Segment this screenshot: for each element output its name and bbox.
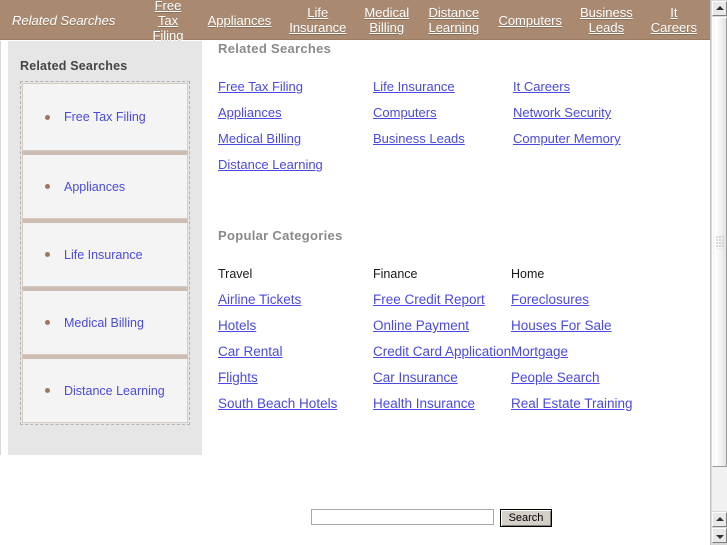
search-input[interactable] [311,509,494,525]
related-link-it-careers[interactable]: It Careers [513,79,570,94]
bullet-icon [45,388,50,393]
category-link-online-payment[interactable]: Online Payment [373,318,469,333]
topnav-link-life-insurance[interactable]: Life Insurance [280,5,355,35]
topnav-link-business-leads[interactable]: Business Leads [571,5,642,35]
bullet-icon [45,184,50,189]
related-link-medical-billing[interactable]: Medical Billing [218,131,301,146]
scrollbar-down-button[interactable] [712,528,727,543]
sidebar-item-free-tax-filing[interactable]: Free Tax Filing [22,83,188,151]
sidebar-item-label: Distance Learning [64,383,165,398]
related-link-network-security[interactable]: Network Security [513,105,611,120]
sidebar-list: Free Tax Filing Appliances Life Insuranc… [20,81,190,425]
topnav-link-computers[interactable]: Computers [489,13,571,28]
related-link-distance-learning[interactable]: Distance Learning [218,157,323,172]
related-link-computers[interactable]: Computers [373,105,437,120]
related-link-life-insurance[interactable]: Life Insurance [373,79,455,94]
sidebar-item-appliances[interactable]: Appliances [22,151,188,219]
triangle-up-icon [715,516,724,521]
category-column-home: Home [511,267,545,281]
popular-categories-heading: Popular Categories [218,228,343,243]
scrollbar-thumb[interactable] [712,17,727,467]
category-link-car-rental[interactable]: Car Rental [218,344,283,359]
sidebar: Related Searches Free Tax Filing Applian… [8,41,202,455]
sidebar-item-life-insurance[interactable]: Life Insurance [22,219,188,287]
bullet-icon [45,252,50,257]
category-link-mortgage[interactable]: Mortgage [511,344,568,359]
bullet-icon [45,320,50,325]
related-searches-heading: Related Searches [218,41,332,56]
main-content: Related Searches Free Tax Filing Life In… [218,41,698,411]
category-link-houses-for-sale[interactable]: Houses For Sale [511,318,612,333]
related-link-computer-memory[interactable]: Computer Memory [513,131,621,146]
grip-icon [715,235,724,249]
page-root: Related Searches Free Tax Filing Applian… [0,0,727,545]
sidebar-item-label: Free Tax Filing [64,110,146,124]
topnav-link-medical-billing[interactable]: Medical Billing [355,5,418,35]
sidebar-left-margin [0,41,8,455]
scrollbar-track[interactable] [712,17,727,511]
category-link-free-credit-report[interactable]: Free Credit Report [373,292,485,307]
related-link-free-tax-filing[interactable]: Free Tax Filing [218,79,303,94]
sidebar-item-label: Life Insurance [64,247,143,262]
top-navigation-inner: Related Searches Free Tax Filing Applian… [0,0,710,43]
category-link-real-estate-training[interactable]: Real Estate Training [511,396,633,411]
bullet-icon [45,114,50,120]
sidebar-title: Related Searches [20,59,128,73]
search-form: Search [311,509,552,527]
top-navigation-bar: Related Searches Free Tax Filing Applian… [0,0,710,43]
topnav-link-distance-learning[interactable]: Distance Learning [418,5,489,35]
search-button[interactable]: Search [500,509,552,527]
category-link-foreclosures[interactable]: Foreclosures [511,292,589,307]
related-link-business-leads[interactable]: Business Leads [373,131,465,146]
triangle-down-icon [715,534,724,539]
related-link-appliances[interactable]: Appliances [218,105,282,120]
triangle-up-icon [715,5,724,10]
category-link-health-insurance[interactable]: Health Insurance [373,396,475,411]
topnav-link-free-tax-filing[interactable]: Free Tax Filing [137,0,198,43]
popular-categories-grid: Travel Finance Home Airline Tickets Free… [218,267,698,411]
topnav-link-appliances[interactable]: Appliances [199,13,281,28]
topnav-link-it-careers[interactable]: It Careers [642,5,706,35]
scrollbar-up-button-bottom[interactable] [712,512,727,527]
category-link-credit-card-application[interactable]: Credit Card Application [373,344,511,359]
vertical-scrollbar[interactable] [710,0,727,545]
category-column-travel: Travel [218,267,253,281]
browser-viewport: Related Searches Free Tax Filing Applian… [0,0,710,545]
category-link-people-search[interactable]: People Search [511,370,600,385]
category-link-airline-tickets[interactable]: Airline Tickets [218,292,301,307]
sidebar-item-label: Appliances [64,179,126,194]
category-link-hotels[interactable]: Hotels [218,318,256,333]
scrollbar-up-button[interactable] [712,1,727,16]
top-navigation-title: Related Searches [12,12,116,28]
sidebar-item-label: Medical Billing [64,315,144,330]
sidebar-item-medical-billing[interactable]: Medical Billing [22,287,188,355]
category-link-south-beach-hotels[interactable]: South Beach Hotels [218,396,337,411]
category-link-car-insurance[interactable]: Car Insurance [373,370,458,385]
category-column-finance: Finance [373,267,418,281]
category-link-flights[interactable]: Flights [218,370,258,385]
sidebar-item-distance-learning[interactable]: Distance Learning [22,355,188,423]
related-searches-links: Free Tax Filing Life Insurance It Career… [218,79,698,172]
